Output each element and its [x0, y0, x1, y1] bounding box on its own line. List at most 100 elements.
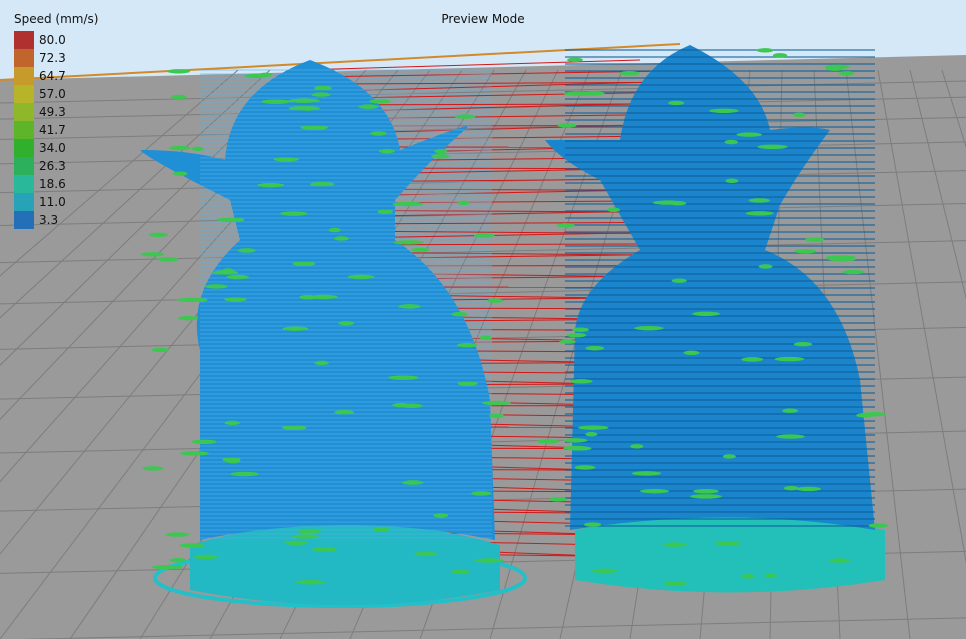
perimeter-highlight: [583, 522, 602, 527]
legend-item: 26.3: [14, 157, 98, 175]
perimeter-highlight: [741, 357, 764, 362]
perimeter-highlight: [567, 57, 583, 63]
perimeter-highlight: [457, 381, 478, 386]
legend-label: 26.3: [39, 159, 66, 173]
perimeter-highlight: [358, 104, 379, 109]
perimeter-highlight: [563, 438, 588, 443]
perimeter-highlight: [486, 298, 504, 303]
perimeter-highlight: [179, 543, 205, 548]
perimeter-highlight: [693, 488, 719, 494]
perimeter-highlight: [216, 217, 245, 223]
perimeter-highlight: [401, 480, 424, 485]
perimeter-highlight: [142, 466, 164, 471]
legend-swatch: [14, 121, 34, 139]
perimeter-highlight: [292, 261, 316, 266]
perimeter-highlight: [450, 569, 471, 575]
perimeter-highlight: [151, 347, 169, 353]
perimeter-highlight: [311, 92, 331, 97]
gcode-preview-viewport[interactable]: Preview Mode Speed (mm/s) 80.0 72.3 64.7 57…: [0, 0, 966, 639]
legend-label: 72.3: [39, 51, 66, 65]
perimeter-highlight: [237, 248, 256, 253]
legend-label: 80.0: [39, 33, 66, 47]
legend-item: 57.0: [14, 85, 98, 103]
preview-scene[interactable]: [0, 0, 966, 639]
perimeter-highlight: [431, 154, 451, 159]
perimeter-highlight: [473, 233, 495, 238]
perimeter-highlight: [257, 182, 285, 188]
perimeter-highlight: [171, 94, 187, 100]
perimeter-highlight: [311, 547, 338, 552]
perimeter-highlight: [314, 85, 332, 91]
perimeter-highlight: [387, 375, 420, 380]
legend-item: 49.3: [14, 103, 98, 121]
perimeter-highlight: [457, 200, 470, 206]
perimeter-highlight: [140, 252, 165, 257]
legend-label: 34.0: [39, 141, 66, 155]
perimeter-highlight: [569, 379, 593, 384]
perimeter-highlight: [259, 72, 273, 78]
perimeter-highlight: [585, 346, 605, 351]
perimeter-highlight: [715, 541, 741, 546]
perimeter-highlight: [825, 255, 857, 260]
perimeter-highlight: [630, 444, 644, 449]
perimeter-highlight: [151, 564, 184, 570]
perimeter-highlight: [634, 325, 664, 331]
perimeter-highlight: [169, 557, 187, 563]
perimeter-highlight: [563, 445, 588, 451]
perimeter-highlight: [456, 342, 478, 348]
perimeter-highlight: [563, 91, 594, 96]
perimeter-highlight: [193, 554, 218, 560]
legend-swatch: [14, 157, 34, 175]
perimeter-highlight: [652, 200, 684, 205]
legend-swatch: [14, 211, 34, 229]
perimeter-highlight: [288, 106, 321, 111]
left-base: [190, 522, 500, 605]
legend-item: 3.3: [14, 211, 98, 229]
perimeter-highlight: [414, 551, 438, 557]
perimeter-highlight: [640, 488, 670, 494]
perimeter-highlight: [334, 410, 355, 415]
perimeter-highlight: [748, 198, 771, 203]
perimeter-highlight: [860, 412, 887, 417]
perimeter-highlight: [392, 402, 410, 408]
perimeter-highlight: [279, 211, 308, 216]
perimeter-highlight: [764, 573, 777, 578]
perimeter-highlight: [745, 211, 774, 216]
perimeter-highlight: [470, 491, 492, 496]
perimeter-highlight: [758, 264, 773, 269]
perimeter-highlight: [204, 284, 228, 289]
perimeter-highlight: [300, 125, 329, 130]
perimeter-highlight: [474, 558, 504, 563]
perimeter-highlight: [377, 209, 393, 214]
perimeter-highlight: [559, 339, 576, 344]
perimeter-highlight: [451, 311, 468, 317]
perimeter-highlight: [805, 237, 824, 242]
perimeter-highlight: [566, 332, 587, 338]
legend-swatch: [14, 175, 34, 193]
perimeter-highlight: [314, 360, 329, 366]
perimeter-highlight: [489, 413, 505, 418]
perimeter-highlight: [692, 311, 721, 317]
legend-item: 18.6: [14, 175, 98, 193]
perimeter-highlight: [736, 132, 763, 137]
perimeter-highlight: [281, 425, 307, 430]
perimeter-highlight: [631, 471, 662, 476]
legend-swatch: [14, 103, 34, 121]
model-right[interactable]: [536, 45, 889, 593]
perimeter-highlight: [557, 123, 577, 128]
perimeter-highlight: [392, 201, 424, 207]
perimeter-highlight: [829, 558, 851, 563]
perimeter-highlight: [297, 528, 322, 534]
perimeter-highlight: [333, 236, 350, 241]
perimeter-highlight: [398, 304, 422, 309]
perimeter-highlight: [577, 425, 609, 430]
perimeter-highlight: [224, 420, 240, 426]
perimeter-highlight: [226, 274, 249, 280]
perimeter-highlight: [410, 247, 430, 253]
perimeter-highlight: [536, 439, 560, 444]
perimeter-highlight: [585, 431, 598, 437]
perimeter-highlight: [756, 48, 774, 53]
perimeter-highlight: [230, 471, 260, 477]
perimeter-highlight: [783, 485, 799, 491]
perimeter-highlight: [740, 574, 755, 579]
